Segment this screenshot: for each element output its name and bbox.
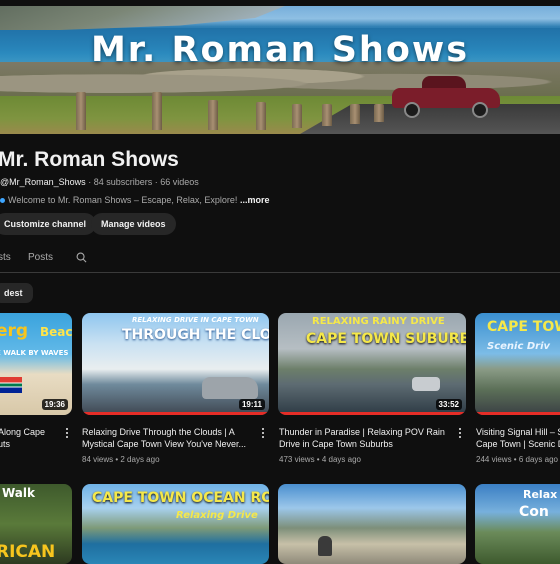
top-strip	[0, 0, 560, 6]
video-title-line: Relaxing Drive Through the Clouds | A	[82, 427, 235, 437]
thumb-overlay-subtitle: Relaxing Drive	[176, 510, 258, 521]
more-link[interactable]: ...more	[240, 195, 270, 205]
banner-post	[76, 92, 86, 130]
customize-channel-button[interactable]: Customize channel	[0, 213, 97, 235]
video-duration: 19:11	[238, 399, 265, 410]
thumb-overlay-title: RELAXING RAINY DRIVE	[312, 316, 445, 327]
video-meta: 244 views • 6 days ago	[476, 455, 558, 464]
thumb-overlay-subtitle: CAPE TOWN SUBURBS	[306, 331, 466, 347]
upload-age: 6 days ago	[518, 455, 558, 464]
video-thumbnail[interactable]: RELAXING RAINY DRIVE CAPE TOWN SUBURBS 3…	[278, 313, 466, 415]
channel-name: Mr. Roman Shows	[0, 148, 179, 171]
video-title[interactable]: Thunder in Paradise | Relaxing POV Rain …	[279, 426, 447, 450]
watch-progress	[475, 412, 560, 415]
dog-image	[318, 536, 332, 556]
banner-post	[208, 100, 218, 130]
thumb-overlay-subtitle: E WALK BY WAVES	[0, 349, 69, 357]
subscriber-count: 84 subscribers	[93, 177, 153, 187]
thumb-overlay-subtitle: Scenic Driv	[487, 341, 551, 352]
video-meta: 84 views • 2 days ago	[82, 455, 160, 464]
video-title-line: uts	[0, 439, 11, 449]
video-duration: 19:36	[41, 399, 68, 410]
video-thumbnail[interactable]: RELAXING DRIVE IN CAPE TOWN THROUGH THE …	[82, 313, 269, 415]
video-thumbnail[interactable]: CAPE TOWN OCEAN ROUTE Relaxing Drive	[82, 484, 269, 564]
thumb-overlay-subtitle: THROUGH THE CLOUDS	[122, 327, 269, 343]
banner-post	[322, 104, 332, 126]
video-thumbnail[interactable]: Walk RICAN	[0, 484, 72, 564]
sort-chip[interactable]: dest	[0, 283, 33, 303]
watch-progress	[278, 412, 466, 415]
video-title[interactable]: Visiting Signal Hill – Sce Cape Town | S…	[476, 426, 560, 450]
video-count: 66 videos	[160, 177, 199, 187]
thumb-overlay-title: erg	[0, 321, 29, 341]
video-title-line: Mystical Cape Town View You've Never...	[82, 439, 246, 449]
view-count: 473 views	[279, 455, 315, 464]
view-count: 84 views	[82, 455, 114, 464]
info-icon	[0, 198, 5, 204]
video-title-line: Cape Town | Scenic Dri	[476, 439, 560, 449]
video-thumbnail[interactable]	[278, 484, 466, 564]
video-title[interactable]: Along Cape uts	[0, 426, 58, 450]
channel-handle: @Mr_Roman_Shows	[0, 177, 86, 187]
thumb-overlay-subtitle: Con	[519, 504, 549, 520]
upload-age: 4 days ago	[321, 455, 361, 464]
thumb-overlay-title: CAPE TOWN	[487, 319, 560, 335]
channel-meta: @Mr_Roman_Shows · 84 subscribers · 66 vi…	[0, 177, 199, 187]
video-title-line: Thunder in Paradise | Relaxing POV Rain	[279, 427, 445, 437]
thumb-overlay-title: CAPE TOWN OCEAN ROUTE	[92, 490, 269, 506]
thumb-overlay-subtitle: RICAN	[0, 542, 56, 562]
banner-car	[392, 74, 500, 118]
video-title-line: Visiting Signal Hill – Sce	[476, 427, 560, 437]
manage-videos-button[interactable]: Manage videos	[91, 213, 176, 235]
video-menu-icon[interactable]	[262, 428, 265, 440]
banner-post	[350, 104, 360, 124]
video-title[interactable]: Relaxing Drive Through the Clouds | A My…	[82, 426, 250, 450]
thumb-overlay-title: RELAXING DRIVE IN CAPE TOWN	[132, 316, 259, 324]
video-meta: 473 views • 4 days ago	[279, 455, 361, 464]
description-text: Welcome to Mr. Roman Shows – Escape, Rel…	[8, 195, 238, 205]
flag-image	[0, 377, 22, 393]
video-title-line: Drive in Cape Town Suburbs	[279, 439, 393, 449]
thumb-overlay-title: Walk	[2, 486, 35, 500]
thumb-overlay-title: Relax	[523, 488, 558, 501]
video-thumbnail[interactable]: erg Beach E WALK BY WAVES 19:36	[0, 313, 72, 415]
upload-age: 2 days ago	[120, 455, 160, 464]
banner-title: Mr. Roman Shows	[90, 30, 470, 70]
video-thumbnail[interactable]: CAPE TOWN Scenic Driv	[475, 313, 560, 415]
car-image	[202, 377, 258, 399]
video-title-line: Along Cape	[0, 427, 46, 437]
video-thumbnail[interactable]: Relax Con	[475, 484, 560, 564]
banner-post	[152, 92, 162, 130]
banner-post	[256, 102, 266, 130]
view-count: 244 views	[476, 455, 512, 464]
search-icon[interactable]	[76, 252, 87, 263]
video-menu-icon[interactable]	[459, 428, 462, 440]
tab-posts[interactable]: Posts	[28, 252, 53, 263]
video-menu-icon[interactable]	[66, 428, 69, 440]
channel-description[interactable]: Welcome to Mr. Roman Shows – Escape, Rel…	[0, 195, 269, 205]
banner-post	[292, 104, 302, 128]
thumb-overlay-title: Beach	[40, 325, 72, 339]
tab-posts-partial[interactable]: sts	[0, 252, 11, 263]
car-image	[412, 377, 440, 391]
video-duration: 33:52	[435, 399, 462, 410]
channel-banner: Mr. Roman Shows	[0, 0, 560, 134]
banner-post	[374, 104, 384, 122]
watch-progress	[82, 412, 269, 415]
